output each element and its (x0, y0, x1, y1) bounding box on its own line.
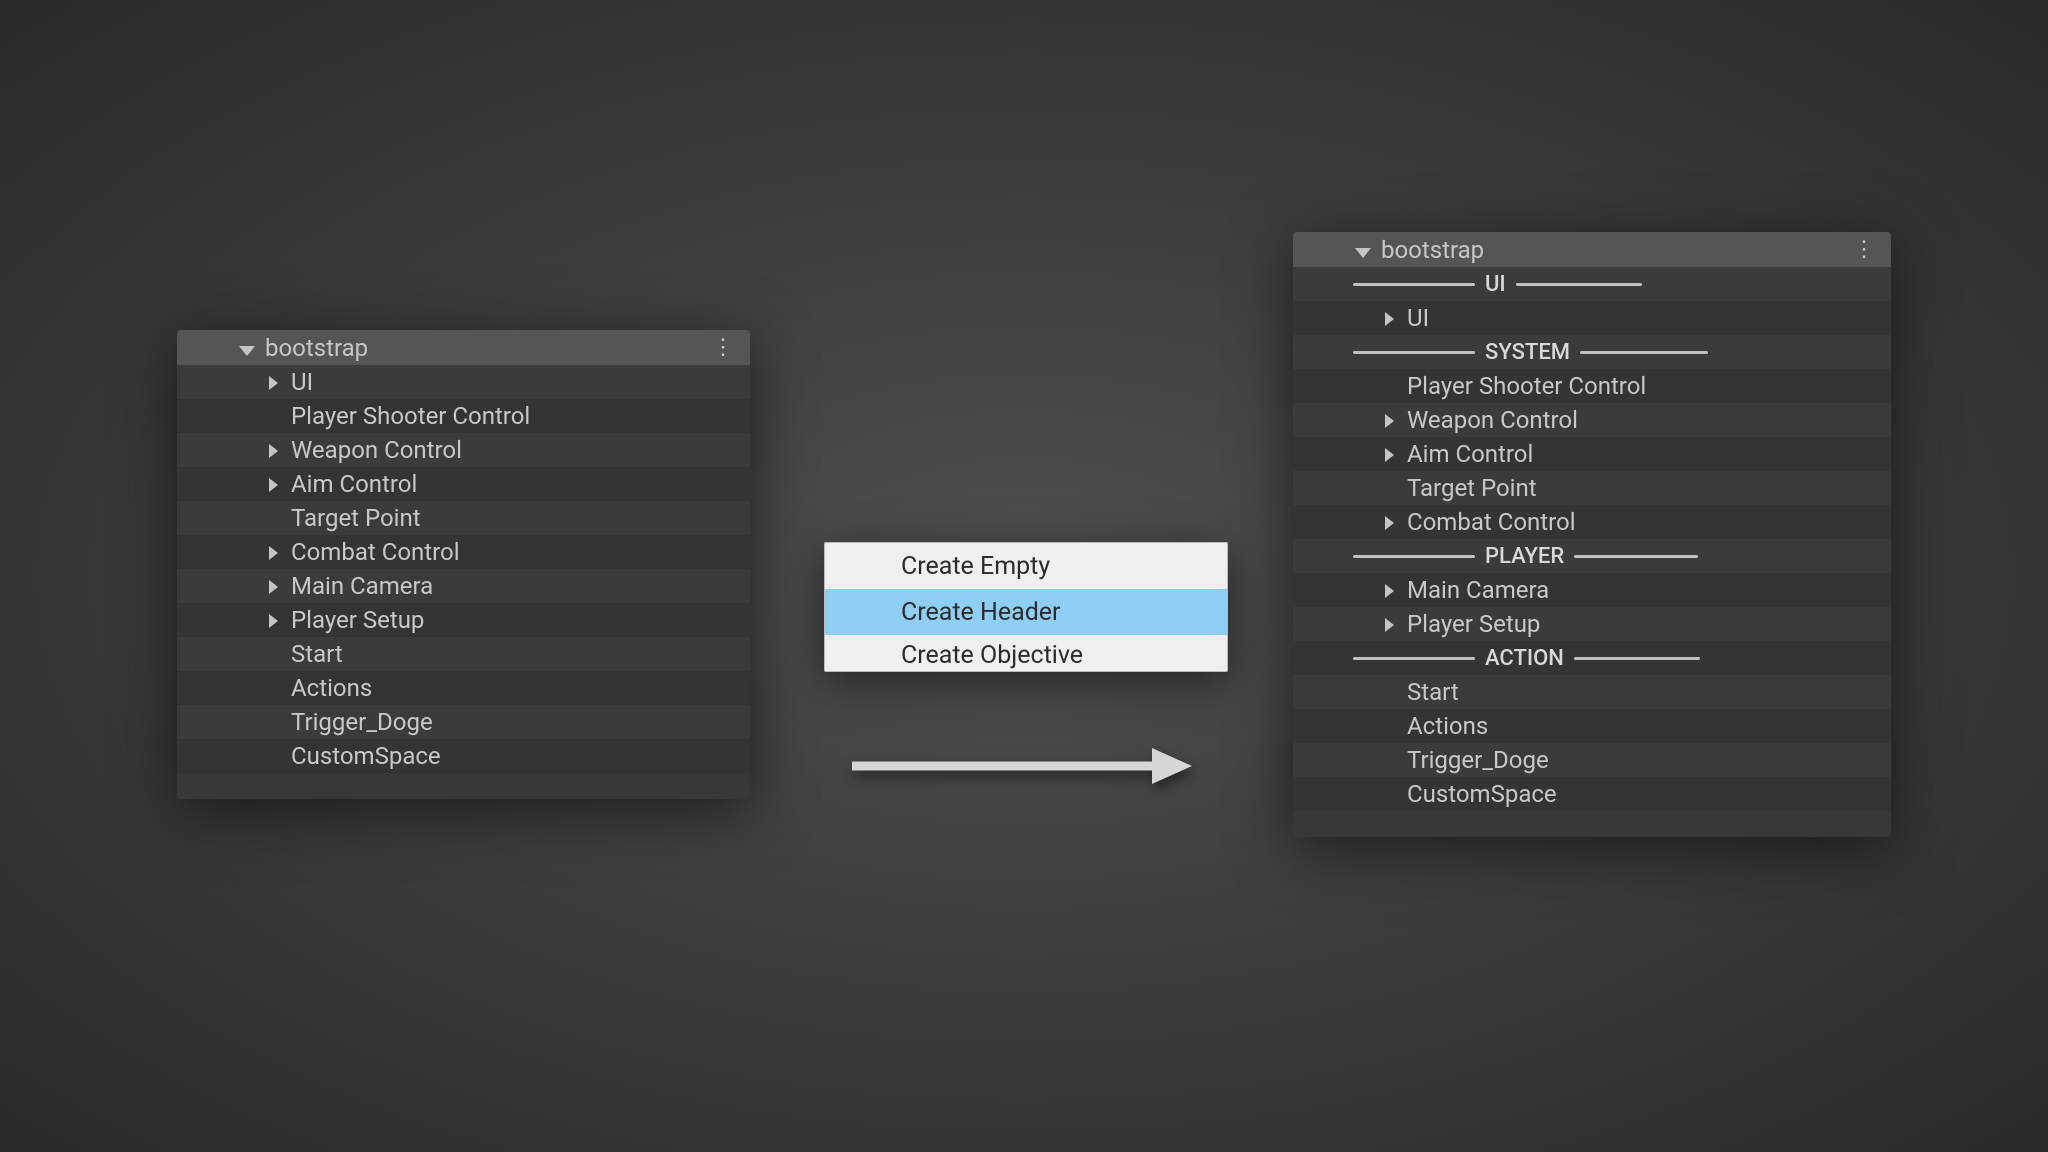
hierarchy-item-list: UI UI SYSTEM Player Shooter Control Weapon C… (1293, 267, 1891, 811)
expand-down-icon[interactable] (1355, 236, 1371, 264)
hierarchy-item[interactable]: Start (177, 637, 750, 671)
hierarchy-item[interactable]: Combat Control (1293, 505, 1891, 539)
hierarchy-item[interactable]: Main Camera (1293, 573, 1891, 607)
context-menu: Create Empty Create Header Create Object… (824, 542, 1228, 672)
hierarchy-item-label: Player Setup (291, 608, 424, 632)
hierarchy-item[interactable]: Aim Control (1293, 437, 1891, 471)
hierarchy-item[interactable]: Player Setup (1293, 607, 1891, 641)
panel-footer-pad (177, 773, 750, 799)
hierarchy-item-label: Main Camera (291, 574, 433, 598)
hierarchy-item[interactable]: Aim Control (177, 467, 750, 501)
hierarchy-item-label: Start (1407, 680, 1459, 704)
hierarchy-item[interactable]: CustomSpace (177, 739, 750, 773)
menu-item-create-objective[interactable]: Create Objective (825, 635, 1227, 672)
hierarchy-item[interactable]: Actions (1293, 709, 1891, 743)
hierarchy-item[interactable]: Weapon Control (177, 433, 750, 467)
hierarchy-item-label: Aim Control (1407, 442, 1533, 466)
hierarchy-item[interactable]: Player Shooter Control (1293, 369, 1891, 403)
hierarchy-item-list: UI Player Shooter Control Weapon Control Ai… (177, 365, 750, 773)
hierarchy-item[interactable]: CustomSpace (1293, 777, 1891, 811)
expand-right-icon[interactable] (269, 438, 291, 462)
hierarchy-item-label: Player Shooter Control (291, 404, 530, 428)
hierarchy-item-label: UI (291, 370, 313, 394)
expand-right-icon[interactable] (269, 370, 291, 394)
section-divider: UI (1293, 267, 1891, 301)
section-divider-label: SYSTEM (1485, 340, 1570, 365)
menu-item-create-header[interactable]: Create Header (825, 589, 1227, 635)
panel-header[interactable]: bootstrap ⋮ (1293, 232, 1891, 267)
hierarchy-item-label: Trigger_Doge (1407, 748, 1549, 772)
hierarchy-item-label: UI (1407, 306, 1429, 330)
expand-right-icon[interactable] (1385, 442, 1407, 466)
hierarchy-item[interactable]: UI (177, 365, 750, 399)
expand-right-icon[interactable] (269, 574, 291, 598)
hierarchy-item[interactable]: Combat Control (177, 535, 750, 569)
expand-right-icon[interactable] (269, 608, 291, 632)
hierarchy-item[interactable]: Target Point (177, 501, 750, 535)
panel-header[interactable]: bootstrap ⋮ (177, 330, 750, 365)
hierarchy-item[interactable]: Weapon Control (1293, 403, 1891, 437)
section-divider-label: ACTION (1485, 646, 1564, 671)
hierarchy-item-label: Player Setup (1407, 612, 1540, 636)
expand-right-icon[interactable] (1385, 510, 1407, 534)
hierarchy-item[interactable]: Main Camera (177, 569, 750, 603)
hierarchy-item-label: Main Camera (1407, 578, 1549, 602)
expand-right-icon[interactable] (269, 540, 291, 564)
panel-title: bootstrap (1381, 236, 1849, 264)
expand-right-icon[interactable] (1385, 306, 1407, 330)
expand-right-icon[interactable] (269, 472, 291, 496)
hierarchy-item-label: CustomSpace (291, 744, 441, 768)
transition-arrow-icon (852, 744, 1192, 788)
menu-item-create-empty[interactable]: Create Empty (825, 543, 1227, 589)
hierarchy-item-label: CustomSpace (1407, 782, 1557, 806)
hierarchy-item-label: Player Shooter Control (1407, 374, 1646, 398)
hierarchy-item-label: Actions (1407, 714, 1488, 738)
section-divider-label: UI (1485, 272, 1506, 297)
hierarchy-item-label: Trigger_Doge (291, 710, 433, 734)
more-icon[interactable]: ⋮ (708, 335, 738, 360)
expand-down-icon[interactable] (239, 334, 255, 362)
hierarchy-panel-before: bootstrap ⋮ UI Player Shooter Control Weap… (177, 330, 750, 799)
section-divider-label: PLAYER (1485, 544, 1564, 569)
section-divider: PLAYER (1293, 539, 1891, 573)
hierarchy-item[interactable]: Actions (177, 671, 750, 705)
hierarchy-item-label: Weapon Control (1407, 408, 1578, 432)
hierarchy-item-label: Target Point (291, 506, 421, 530)
hierarchy-item[interactable]: Trigger_Doge (1293, 743, 1891, 777)
hierarchy-item[interactable]: Start (1293, 675, 1891, 709)
hierarchy-item-label: Target Point (1407, 476, 1537, 500)
hierarchy-item[interactable]: UI (1293, 301, 1891, 335)
expand-right-icon[interactable] (1385, 578, 1407, 602)
hierarchy-item-label: Weapon Control (291, 438, 462, 462)
hierarchy-item-label: Aim Control (291, 472, 417, 496)
hierarchy-item-label: Start (291, 642, 343, 666)
hierarchy-item-label: Combat Control (1407, 510, 1576, 534)
hierarchy-item[interactable]: Trigger_Doge (177, 705, 750, 739)
panel-footer-pad (1293, 811, 1891, 837)
hierarchy-item[interactable]: Player Setup (177, 603, 750, 637)
hierarchy-panel-after: bootstrap ⋮ UI UI SYSTEM Player Shooter Con… (1293, 232, 1891, 837)
hierarchy-item[interactable]: Target Point (1293, 471, 1891, 505)
hierarchy-item[interactable]: Player Shooter Control (177, 399, 750, 433)
more-icon[interactable]: ⋮ (1849, 237, 1879, 262)
panel-title: bootstrap (265, 334, 708, 362)
section-divider: ACTION (1293, 641, 1891, 675)
expand-right-icon[interactable] (1385, 408, 1407, 432)
expand-right-icon[interactable] (1385, 612, 1407, 636)
section-divider: SYSTEM (1293, 335, 1891, 369)
hierarchy-item-label: Actions (291, 676, 372, 700)
hierarchy-item-label: Combat Control (291, 540, 460, 564)
